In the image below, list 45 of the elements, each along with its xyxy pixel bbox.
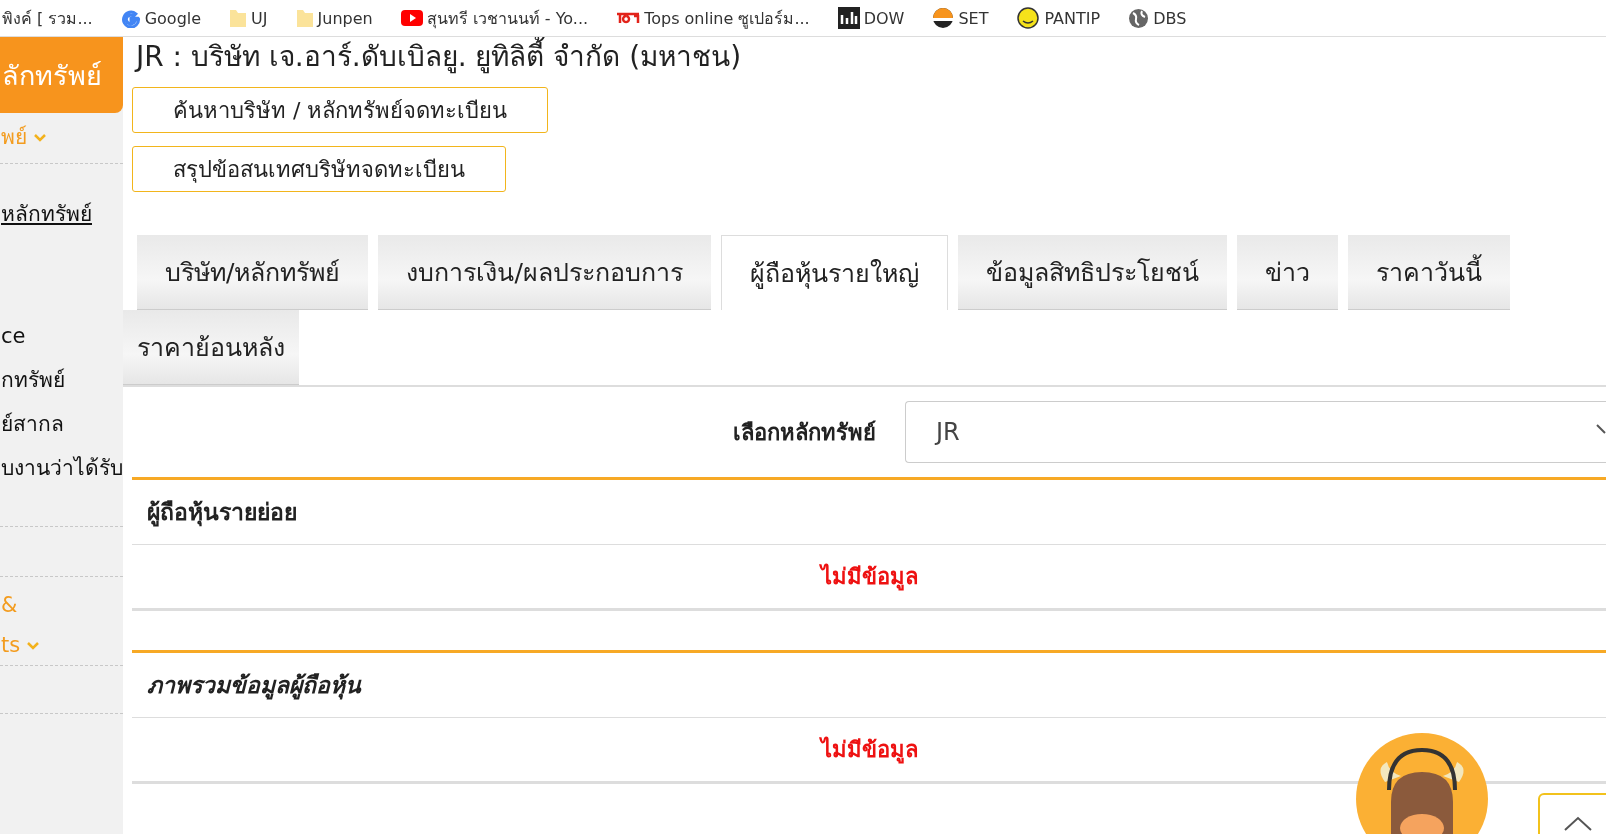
tab[interactable]: ราคาย้อนหลัง <box>123 310 299 385</box>
page-title: JR : บริษัท เจ.อาร์.ดับเบิลยู. ยูทิลิตี้ จำกัด (มหาชน) <box>132 39 742 75</box>
bookmark[interactable]: PANTIP <box>1002 3 1115 33</box>
section-title: ภาพรวมข้อมูลผู้ถือหุ้น <box>132 653 1606 718</box>
smiley-icon <box>1016 6 1041 30</box>
sidebar-item[interactable]: ce <box>0 314 26 358</box>
bookmark[interactable]: Google <box>106 3 216 33</box>
sidebar-item[interactable]: กทรัพย์ <box>0 358 65 402</box>
globe-icon <box>1128 7 1150 29</box>
tab[interactable]: ผู้ถือหุ้นรายใหญ่ <box>720 235 948 310</box>
tab[interactable]: บริษัท/หลักทรัพย์ <box>137 235 369 310</box>
sidebar-item[interactable]: ย์สากล <box>0 402 64 446</box>
shop-icon <box>616 12 641 24</box>
tab[interactable]: ข้อมูลสิทธิประโยชน์ <box>957 235 1227 310</box>
sidebar-link[interactable]: หลักทรัพย์ <box>0 194 92 234</box>
bookmark[interactable]: Tops online ซูเปอร์ม... <box>602 3 824 33</box>
chevron-down-icon <box>1596 424 1606 434</box>
video-icon <box>400 10 423 26</box>
chart-icon <box>837 7 860 29</box>
tab[interactable]: ข่าว <box>1236 235 1338 310</box>
security-select[interactable]: JR <box>905 401 1606 463</box>
folder-icon <box>295 8 314 28</box>
nav-button[interactable]: ค้นหาบริษัท / หลักทรัพย์จดทะเบียน <box>132 87 549 133</box>
bookmark[interactable]: DBS <box>1114 3 1201 33</box>
sidebar-item[interactable]: บงานว่าได้รับ <box>0 446 123 490</box>
sun-icon <box>932 7 955 29</box>
no-data-message: ไม่มีข้อมูล <box>820 562 918 593</box>
bookmark[interactable]: SET <box>918 3 1003 33</box>
bookmark[interactable]: Junpen <box>281 3 387 33</box>
tab[interactable]: งบการเงิน/ผลประกอบการ <box>378 235 711 310</box>
google-icon <box>120 8 141 28</box>
bookmark[interactable]: DOW <box>823 3 919 33</box>
bookmark[interactable]: UJ <box>215 3 282 33</box>
chevron-down-icon <box>26 640 41 650</box>
no-data-message: ไม่มีข้อมูล <box>820 735 918 766</box>
folder-icon <box>229 8 248 28</box>
bookmark[interactable]: พิงค์ [ รวม... <box>0 3 107 33</box>
nav-button[interactable]: สรุปข้อสนเทศบริษัทจดทะเบียน <box>132 146 506 192</box>
bookmark[interactable]: สุนทรี เวชานนท์ - Yo... <box>386 3 603 33</box>
chevron-down-icon <box>33 132 47 142</box>
chevron-up-icon <box>1563 815 1593 831</box>
tab[interactable]: ราคาวันนี้ <box>1347 235 1510 310</box>
select-label: เลือกหลักทรัพย์ <box>732 418 876 447</box>
avatar-icon[interactable] <box>1355 732 1489 834</box>
section-title: ผู้ถือหุ้นรายย่อย <box>132 480 1606 545</box>
